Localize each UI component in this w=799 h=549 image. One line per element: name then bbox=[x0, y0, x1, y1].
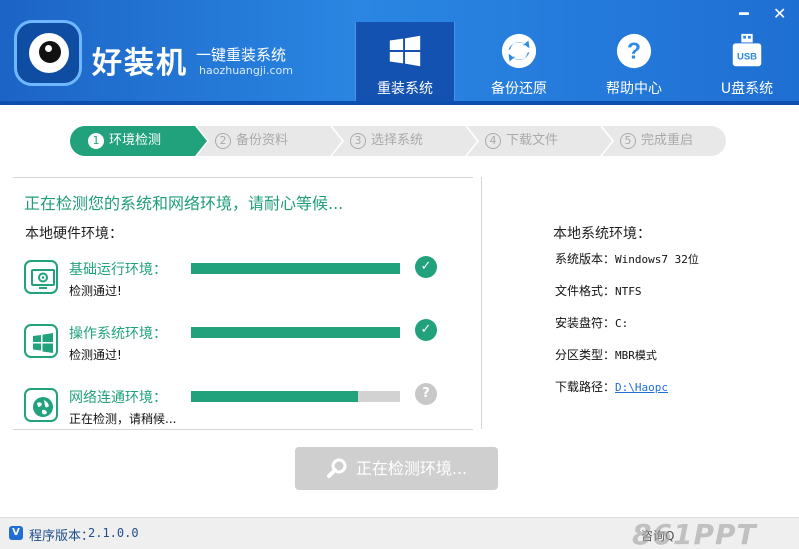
minimize-button[interactable]: ━ bbox=[739, 4, 749, 23]
nav-label: 备份还原 bbox=[491, 81, 547, 97]
brand-slogan: 一键重装系统 bbox=[196, 46, 287, 64]
step-4: 4 下载文件 bbox=[467, 126, 612, 156]
svg-text:?: ? bbox=[627, 38, 641, 64]
progress-bar bbox=[191, 327, 400, 338]
info-row-filesystem: 文件格式：NTFS bbox=[555, 284, 642, 298]
step-progress: 1 环境检测 2 备份资料 3 选择系统 4 下载文件 5 完成重启 bbox=[70, 126, 726, 156]
step-3: 3 选择系统 bbox=[332, 126, 477, 156]
row-label: 操作系统环境： bbox=[69, 326, 167, 342]
nav-usb-system[interactable]: USB U盘系统 bbox=[697, 22, 797, 105]
close-button[interactable]: ✕ bbox=[773, 4, 786, 23]
brand-name: 好装机 bbox=[92, 46, 188, 81]
svg-text:USB: USB bbox=[737, 52, 757, 63]
info-row-version: 系统版本：Windows7 32位 bbox=[555, 252, 699, 266]
info-row-download-path: 下载路径：D:\Haopc bbox=[555, 380, 668, 394]
nav-label: 重装系统 bbox=[377, 81, 433, 97]
row-status: 检测通过! bbox=[69, 284, 122, 298]
search-icon bbox=[326, 458, 347, 478]
progress-bar bbox=[191, 391, 400, 402]
nav-reinstall-system[interactable]: 重装系统 bbox=[355, 22, 455, 105]
windows-logo-icon bbox=[24, 324, 58, 358]
watermark: 861PPT bbox=[632, 518, 757, 549]
version-label: 程序版本： bbox=[29, 529, 95, 544]
refresh-icon bbox=[501, 33, 537, 69]
system-section-title: 本地系统环境： bbox=[553, 226, 651, 242]
step-1: 1 环境检测 bbox=[70, 126, 207, 156]
question-icon: ? bbox=[616, 33, 652, 69]
nav-label: U盘系统 bbox=[720, 81, 774, 97]
monitor-settings-icon bbox=[24, 260, 58, 294]
row-label: 网络连通环境： bbox=[69, 390, 167, 406]
nav-label: 帮助中心 bbox=[606, 81, 662, 97]
row-status: 检测通过! bbox=[69, 348, 122, 362]
download-path-link[interactable]: D:\Haopc bbox=[615, 381, 668, 394]
detecting-button[interactable]: 正在检测环境... bbox=[295, 447, 498, 490]
progress-bar bbox=[191, 263, 400, 274]
status-title: 正在检测您的系统和网络环境，请耐心等候... bbox=[24, 194, 344, 213]
row-label: 基础运行环境： bbox=[69, 262, 167, 278]
info-row-drive: 安装盘符：C: bbox=[555, 316, 629, 330]
pending-icon: ? bbox=[415, 383, 437, 405]
row-status: 正在检测，请稍候... bbox=[69, 412, 177, 426]
nav-backup-restore[interactable]: 备份还原 bbox=[469, 22, 569, 105]
app-logo bbox=[14, 20, 82, 86]
globe-icon bbox=[24, 388, 58, 422]
button-label: 正在检测环境... bbox=[355, 459, 468, 478]
header: 好装机 一键重装系统 haozhuangji.com ━ ✕ 重装系统 备份还原… bbox=[0, 0, 799, 105]
divider bbox=[13, 177, 473, 178]
usb-icon: USB bbox=[732, 33, 762, 67]
nav-help-center[interactable]: ? 帮助中心 bbox=[584, 22, 684, 105]
brand-url: haozhuangji.com bbox=[199, 64, 293, 77]
check-icon: ✓ bbox=[415, 319, 437, 341]
divider bbox=[481, 177, 482, 429]
check-icon: ✓ bbox=[415, 256, 437, 278]
windows-logo-icon bbox=[389, 35, 421, 67]
step-2: 2 备份资料 bbox=[197, 126, 342, 156]
hardware-section-title: 本地硬件环境： bbox=[25, 226, 123, 242]
divider bbox=[13, 429, 473, 430]
footer: V 程序版本： 2.1.0.0 咨询Q 861PPT bbox=[0, 517, 799, 549]
info-row-partition: 分区类型：MBR模式 bbox=[555, 348, 657, 362]
step-5: 5 完成重启 bbox=[602, 126, 726, 156]
version-badge: V bbox=[9, 526, 23, 540]
version-value: 2.1.0.0 bbox=[88, 526, 139, 540]
